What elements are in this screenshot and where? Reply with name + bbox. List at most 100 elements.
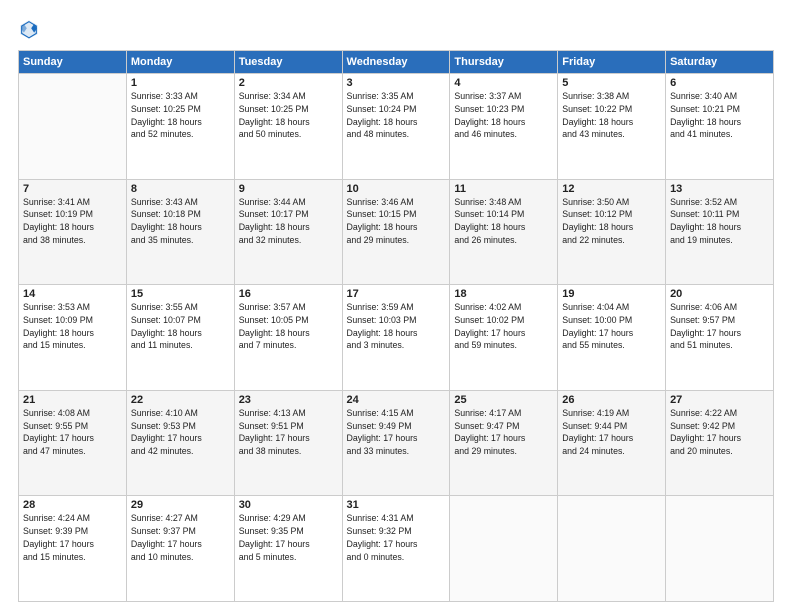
day-number: 8	[131, 183, 230, 195]
day-number: 25	[454, 394, 553, 406]
calendar-cell	[558, 496, 666, 602]
day-info: Sunrise: 3:33 AM Sunset: 10:25 PM Daylig…	[131, 90, 230, 141]
calendar-header-saturday: Saturday	[666, 51, 774, 74]
calendar-cell: 10Sunrise: 3:46 AM Sunset: 10:15 PM Dayl…	[342, 179, 450, 285]
calendar-cell	[19, 74, 127, 180]
day-number: 30	[239, 499, 338, 511]
calendar-header-wednesday: Wednesday	[342, 51, 450, 74]
calendar-week-row: 1Sunrise: 3:33 AM Sunset: 10:25 PM Dayli…	[19, 74, 774, 180]
day-number: 15	[131, 288, 230, 300]
calendar-cell	[450, 496, 558, 602]
day-info: Sunrise: 4:06 AM Sunset: 9:57 PM Dayligh…	[670, 301, 769, 352]
day-info: Sunrise: 4:27 AM Sunset: 9:37 PM Dayligh…	[131, 512, 230, 563]
day-info: Sunrise: 4:24 AM Sunset: 9:39 PM Dayligh…	[23, 512, 122, 563]
day-info: Sunrise: 4:04 AM Sunset: 10:00 PM Daylig…	[562, 301, 661, 352]
calendar-header-friday: Friday	[558, 51, 666, 74]
calendar-cell: 19Sunrise: 4:04 AM Sunset: 10:00 PM Dayl…	[558, 285, 666, 391]
day-number: 13	[670, 183, 769, 195]
day-number: 18	[454, 288, 553, 300]
day-info: Sunrise: 3:57 AM Sunset: 10:05 PM Daylig…	[239, 301, 338, 352]
logo-icon	[18, 18, 40, 40]
day-number: 16	[239, 288, 338, 300]
day-info: Sunrise: 4:10 AM Sunset: 9:53 PM Dayligh…	[131, 407, 230, 458]
calendar-cell	[666, 496, 774, 602]
day-info: Sunrise: 4:08 AM Sunset: 9:55 PM Dayligh…	[23, 407, 122, 458]
calendar-table: SundayMondayTuesdayWednesdayThursdayFrid…	[18, 50, 774, 602]
calendar-cell: 31Sunrise: 4:31 AM Sunset: 9:32 PM Dayli…	[342, 496, 450, 602]
day-info: Sunrise: 3:52 AM Sunset: 10:11 PM Daylig…	[670, 196, 769, 247]
day-info: Sunrise: 3:48 AM Sunset: 10:14 PM Daylig…	[454, 196, 553, 247]
day-info: Sunrise: 4:29 AM Sunset: 9:35 PM Dayligh…	[239, 512, 338, 563]
calendar-cell: 5Sunrise: 3:38 AM Sunset: 10:22 PM Dayli…	[558, 74, 666, 180]
calendar-cell: 14Sunrise: 3:53 AM Sunset: 10:09 PM Dayl…	[19, 285, 127, 391]
calendar-cell: 7Sunrise: 3:41 AM Sunset: 10:19 PM Dayli…	[19, 179, 127, 285]
day-info: Sunrise: 3:59 AM Sunset: 10:03 PM Daylig…	[347, 301, 446, 352]
day-info: Sunrise: 3:43 AM Sunset: 10:18 PM Daylig…	[131, 196, 230, 247]
day-number: 26	[562, 394, 661, 406]
day-info: Sunrise: 3:44 AM Sunset: 10:17 PM Daylig…	[239, 196, 338, 247]
day-info: Sunrise: 4:17 AM Sunset: 9:47 PM Dayligh…	[454, 407, 553, 458]
header	[18, 18, 774, 40]
day-info: Sunrise: 4:22 AM Sunset: 9:42 PM Dayligh…	[670, 407, 769, 458]
day-number: 7	[23, 183, 122, 195]
calendar-cell: 26Sunrise: 4:19 AM Sunset: 9:44 PM Dayli…	[558, 390, 666, 496]
calendar-cell: 20Sunrise: 4:06 AM Sunset: 9:57 PM Dayli…	[666, 285, 774, 391]
calendar-cell: 25Sunrise: 4:17 AM Sunset: 9:47 PM Dayli…	[450, 390, 558, 496]
day-number: 3	[347, 77, 446, 89]
day-info: Sunrise: 3:40 AM Sunset: 10:21 PM Daylig…	[670, 90, 769, 141]
calendar-cell: 27Sunrise: 4:22 AM Sunset: 9:42 PM Dayli…	[666, 390, 774, 496]
calendar-cell: 11Sunrise: 3:48 AM Sunset: 10:14 PM Dayl…	[450, 179, 558, 285]
day-number: 12	[562, 183, 661, 195]
day-number: 10	[347, 183, 446, 195]
calendar-week-row: 21Sunrise: 4:08 AM Sunset: 9:55 PM Dayli…	[19, 390, 774, 496]
day-number: 17	[347, 288, 446, 300]
day-info: Sunrise: 4:02 AM Sunset: 10:02 PM Daylig…	[454, 301, 553, 352]
day-info: Sunrise: 4:19 AM Sunset: 9:44 PM Dayligh…	[562, 407, 661, 458]
calendar-week-row: 14Sunrise: 3:53 AM Sunset: 10:09 PM Dayl…	[19, 285, 774, 391]
calendar-cell: 12Sunrise: 3:50 AM Sunset: 10:12 PM Dayl…	[558, 179, 666, 285]
calendar-cell: 29Sunrise: 4:27 AM Sunset: 9:37 PM Dayli…	[126, 496, 234, 602]
day-number: 28	[23, 499, 122, 511]
calendar-cell: 4Sunrise: 3:37 AM Sunset: 10:23 PM Dayli…	[450, 74, 558, 180]
page: SundayMondayTuesdayWednesdayThursdayFrid…	[0, 0, 792, 612]
calendar-cell: 6Sunrise: 3:40 AM Sunset: 10:21 PM Dayli…	[666, 74, 774, 180]
calendar-cell: 22Sunrise: 4:10 AM Sunset: 9:53 PM Dayli…	[126, 390, 234, 496]
day-number: 14	[23, 288, 122, 300]
calendar-header-monday: Monday	[126, 51, 234, 74]
calendar-cell: 28Sunrise: 4:24 AM Sunset: 9:39 PM Dayli…	[19, 496, 127, 602]
day-number: 31	[347, 499, 446, 511]
calendar-cell: 21Sunrise: 4:08 AM Sunset: 9:55 PM Dayli…	[19, 390, 127, 496]
day-number: 23	[239, 394, 338, 406]
day-number: 1	[131, 77, 230, 89]
day-number: 27	[670, 394, 769, 406]
day-number: 5	[562, 77, 661, 89]
day-info: Sunrise: 3:34 AM Sunset: 10:25 PM Daylig…	[239, 90, 338, 141]
day-info: Sunrise: 4:15 AM Sunset: 9:49 PM Dayligh…	[347, 407, 446, 458]
day-number: 6	[670, 77, 769, 89]
calendar-cell: 8Sunrise: 3:43 AM Sunset: 10:18 PM Dayli…	[126, 179, 234, 285]
day-number: 24	[347, 394, 446, 406]
calendar-header-sunday: Sunday	[19, 51, 127, 74]
calendar-cell: 2Sunrise: 3:34 AM Sunset: 10:25 PM Dayli…	[234, 74, 342, 180]
day-info: Sunrise: 3:50 AM Sunset: 10:12 PM Daylig…	[562, 196, 661, 247]
day-number: 9	[239, 183, 338, 195]
day-info: Sunrise: 3:35 AM Sunset: 10:24 PM Daylig…	[347, 90, 446, 141]
calendar-header-tuesday: Tuesday	[234, 51, 342, 74]
calendar-week-row: 7Sunrise: 3:41 AM Sunset: 10:19 PM Dayli…	[19, 179, 774, 285]
day-number: 4	[454, 77, 553, 89]
day-number: 21	[23, 394, 122, 406]
day-number: 22	[131, 394, 230, 406]
day-info: Sunrise: 3:37 AM Sunset: 10:23 PM Daylig…	[454, 90, 553, 141]
calendar-week-row: 28Sunrise: 4:24 AM Sunset: 9:39 PM Dayli…	[19, 496, 774, 602]
day-number: 29	[131, 499, 230, 511]
day-number: 2	[239, 77, 338, 89]
calendar-cell: 24Sunrise: 4:15 AM Sunset: 9:49 PM Dayli…	[342, 390, 450, 496]
day-number: 19	[562, 288, 661, 300]
calendar-cell: 18Sunrise: 4:02 AM Sunset: 10:02 PM Dayl…	[450, 285, 558, 391]
calendar-cell: 13Sunrise: 3:52 AM Sunset: 10:11 PM Dayl…	[666, 179, 774, 285]
calendar-header-thursday: Thursday	[450, 51, 558, 74]
day-info: Sunrise: 4:13 AM Sunset: 9:51 PM Dayligh…	[239, 407, 338, 458]
calendar-cell: 16Sunrise: 3:57 AM Sunset: 10:05 PM Dayl…	[234, 285, 342, 391]
day-info: Sunrise: 3:41 AM Sunset: 10:19 PM Daylig…	[23, 196, 122, 247]
calendar-cell: 30Sunrise: 4:29 AM Sunset: 9:35 PM Dayli…	[234, 496, 342, 602]
